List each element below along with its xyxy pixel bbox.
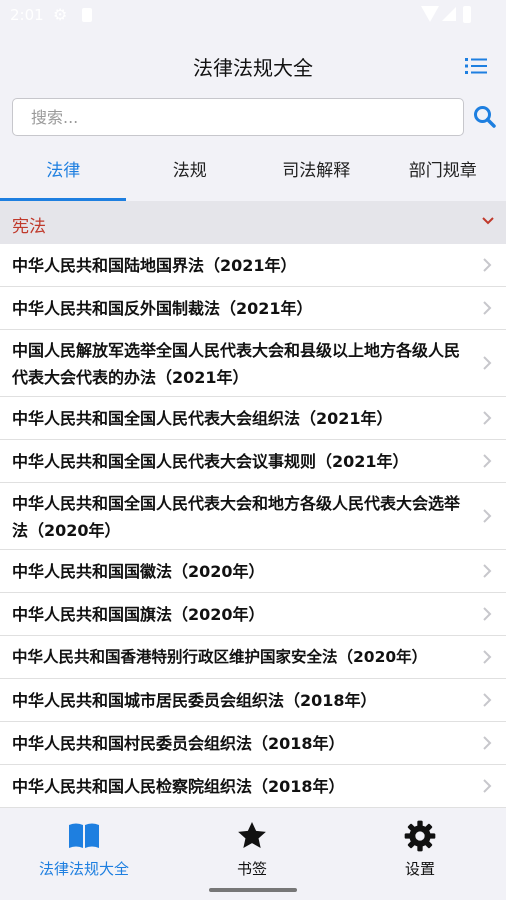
page-title: 法律法规大全 — [193, 56, 313, 80]
star-icon — [238, 822, 266, 848]
search-input[interactable] — [13, 99, 463, 135]
clipboard-status-icon — [82, 8, 92, 22]
chevron-right-icon — [483, 356, 492, 370]
chevron-right-icon — [483, 736, 492, 750]
nav-label: 法律法规大全 — [38, 860, 129, 878]
nav-label: 书签 — [236, 860, 267, 878]
list-item-title: 中华人民共和国城市居民委员会组织法（2018年） — [12, 691, 377, 710]
chevron-right-icon — [483, 454, 492, 468]
status-time: 2:01 — [10, 6, 44, 24]
section-label: 宪法 — [12, 217, 46, 237]
chevron-right-icon — [483, 509, 492, 523]
nav-bookmarks[interactable]: 书签 — [168, 820, 336, 879]
list-item[interactable]: 中国人民解放军选举全国人民代表大会和县级以上地方各级人民代表大会代表的办法（20… — [0, 330, 506, 397]
list-item-title: 中华人民共和国全国人民代表大会议事规则（2021年） — [12, 452, 409, 471]
nav-law-library[interactable]: 法律法规大全 — [0, 820, 168, 879]
chevron-right-icon — [483, 564, 492, 578]
list-icon — [465, 58, 487, 74]
list-item-title: 中华人民共和国全国人民代表大会组织法（2021年） — [12, 409, 393, 428]
battery-icon — [463, 6, 471, 23]
list-item[interactable]: 中华人民共和国香港特别行政区维护国家安全法（2020年） — [0, 636, 506, 679]
list-item-title: 中国人民解放军选举全国人民代表大会和县级以上地方各级人民代表大会代表的办法（20… — [12, 341, 461, 387]
chevron-right-icon — [483, 411, 492, 425]
list-item-title: 中华人民共和国人民检察院组织法（2018年） — [12, 777, 345, 796]
list-item[interactable]: 中华人民共和国反外国制裁法（2021年） — [0, 287, 506, 330]
list-menu-button[interactable] — [462, 52, 490, 80]
chevron-right-icon — [483, 607, 492, 621]
tab-law[interactable]: 法律 — [0, 148, 127, 200]
wifi-icon — [421, 6, 439, 22]
list-item-title: 中华人民共和国国徽法（2020年） — [12, 562, 265, 581]
list-item[interactable]: 中华人民共和国城市居民委员会组织法（2018年） — [0, 679, 506, 722]
search-button[interactable] — [472, 104, 498, 130]
law-list: 中华人民共和国陆地国界法（2021年） 中华人民共和国反外国制裁法（2021年）… — [0, 244, 506, 808]
search-icon — [474, 106, 496, 128]
list-item[interactable]: 中华人民共和国人民检察院组织法（2018年） — [0, 765, 506, 808]
nav-settings[interactable]: 设置 — [336, 820, 504, 879]
tab-regulations[interactable]: 法规 — [127, 148, 254, 200]
chevron-right-icon — [483, 258, 492, 272]
list-item[interactable]: 中华人民共和国全国人民代表大会组织法（2021年） — [0, 397, 506, 440]
settings-status-icon: ⚙ — [53, 5, 68, 24]
search-box — [12, 98, 464, 136]
chevron-right-icon — [483, 650, 492, 664]
list-item[interactable]: 中华人民共和国陆地国界法（2021年） — [0, 244, 506, 287]
nav-label: 设置 — [404, 860, 435, 878]
home-indicator — [209, 888, 297, 892]
app-header: 法律法规大全 — [0, 40, 506, 90]
list-item[interactable]: 中华人民共和国全国人民代表大会议事规则（2021年） — [0, 440, 506, 483]
list-item[interactable]: 中华人民共和国村民委员会组织法（2018年） — [0, 722, 506, 765]
section-header-constitution[interactable]: 宪法 — [0, 201, 506, 244]
chevron-down-icon — [482, 217, 494, 225]
tab-judicial-interpretation[interactable]: 司法解释 — [253, 148, 380, 200]
book-open-icon — [69, 823, 99, 848]
gear-icon — [404, 820, 436, 852]
list-item-title: 中华人民共和国村民委员会组织法（2018年） — [12, 734, 345, 753]
tab-department-rules[interactable]: 部门规章 — [380, 148, 506, 200]
chevron-right-icon — [483, 693, 492, 707]
list-item[interactable]: 中华人民共和国全国人民代表大会和地方各级人民代表大会选举法（2020年） — [0, 483, 506, 550]
status-bar: 2:01 ⚙ — [0, 0, 506, 30]
list-item-title: 中华人民共和国全国人民代表大会和地方各级人民代表大会选举法（2020年） — [12, 494, 461, 540]
list-item-title: 中华人民共和国国旗法（2020年） — [12, 605, 265, 624]
list-item-title: 中华人民共和国陆地国界法（2021年） — [12, 256, 297, 275]
signal-icon — [442, 7, 456, 21]
list-item[interactable]: 中华人民共和国国旗法（2020年） — [0, 593, 506, 636]
chevron-right-icon — [483, 301, 492, 315]
list-item-title: 中华人民共和国反外国制裁法（2021年） — [12, 299, 313, 318]
list-item[interactable]: 中华人民共和国国徽法（2020年） — [0, 550, 506, 593]
list-item-title: 中华人民共和国香港特别行政区维护国家安全法（2020年） — [12, 648, 428, 666]
category-tabs: 法律 法规 司法解释 部门规章 — [0, 148, 506, 200]
chevron-right-icon — [483, 779, 492, 793]
bottom-navigation: 法律法规大全 书签 设置 — [0, 810, 506, 900]
